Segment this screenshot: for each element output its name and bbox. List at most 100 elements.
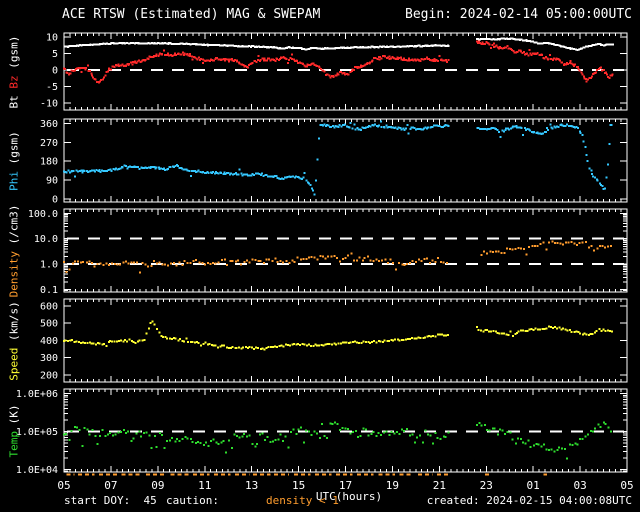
speed-data-point [181,340,184,343]
bt-bz-data-point [166,52,169,55]
density-data-point [500,252,503,255]
speed-data-point [553,325,556,328]
speed-data-point [362,340,365,343]
phi-data-point [137,166,140,169]
bt-bz-data-point [445,58,448,61]
y-axis-label-part: Bt [7,94,21,108]
bt-bz-data-point [527,54,530,57]
density-data-point [533,245,536,248]
bt-bz-data-point [90,72,93,75]
speed-data-point [441,333,444,336]
density-data-point [214,262,217,265]
bt-bz-data-point [69,72,72,75]
phi-data-point [74,175,77,178]
temp-data-point [281,439,284,442]
temp-data-point [83,426,86,429]
density-data-point [426,257,429,260]
bt-bz-data-point [311,47,314,50]
speed-data-point [98,342,101,345]
temp-data-point [170,436,173,439]
density-axis-label: Density (/cm3) [8,204,21,297]
speed-data-point [259,348,262,351]
bt-bz-data-point [585,78,588,81]
density-data-point [293,260,296,263]
density-data-point [203,263,206,266]
density-data-point [158,261,161,264]
bt-bz-data-point [208,60,211,63]
bt-bz-data-point [131,61,134,64]
x-tick-label: 15 [292,479,305,492]
speed-data-point [606,329,609,332]
bt-bz-data-point [400,56,403,59]
speed-data-point [354,340,357,343]
phi-data-point [155,166,158,169]
bt-bz-data-point [262,59,265,62]
speed-data-point [528,328,531,331]
bt-bz-data-point [547,58,550,61]
density-data-point [610,245,613,248]
bt-bz-data-point [257,55,260,58]
temp-data-point [403,429,406,432]
phi-data-point [584,145,587,148]
temp-data-point [356,436,359,439]
temp-data-point [334,421,337,424]
phi-data-point [325,124,328,127]
bt-bz-data-point [523,50,526,53]
speed-data-point [345,341,348,344]
temp-data-point [519,438,522,441]
bt-bz-data-point [374,56,377,59]
speed-data-point [81,341,84,344]
phi-data-point [586,160,589,163]
phi-data-point [372,124,375,127]
density-data-point [338,260,341,263]
bt-bz-data-point [90,74,93,77]
bt-bz-data-point [251,62,254,65]
bt-bz-data-point [130,61,133,64]
x-tick-label: 05 [620,479,633,492]
speed-data-point [250,346,253,349]
phi-data-point [380,125,383,128]
speed-data-point [225,346,228,349]
temp-data-point [88,433,91,436]
phi-data-point [608,143,611,146]
temp-data-point [94,434,97,437]
speed-data-point [347,341,350,344]
bt-bz-data-point [441,44,444,47]
temp-data-point [535,443,538,446]
speed-data-point [204,341,207,344]
temp-data-point [310,434,313,437]
density-data-point [122,261,125,264]
bt-bz-data-point [259,58,262,61]
temp-data-point [432,442,435,445]
speed-data-point [519,329,522,332]
bt-bz-data-point [353,46,356,49]
bt-bz-data-point [394,57,397,60]
temp-data-point [578,438,581,441]
bt-bz-data-point [290,53,293,56]
speed-data-point [372,339,375,342]
phi-data-point [547,128,550,131]
phi-data-point [183,168,186,171]
bt-bz-data-point [305,48,308,51]
density-data-point [324,257,327,260]
density-data-point [593,249,596,252]
density-data-point [288,261,291,264]
temp-data-point [302,441,305,444]
density-data-point [352,259,355,262]
bt-bz-data-point [294,47,297,50]
speed-data-point [568,328,571,331]
temp-data-point [511,438,514,441]
speed-data-point [212,344,215,347]
bt-bz-data-point [489,46,492,49]
bt-bz-data-point [406,59,409,62]
bt-bz-data-point [104,74,107,77]
density-data-point [573,242,576,245]
speed-data-point [172,337,175,340]
speed-data-point [147,327,150,330]
speed-data-point [328,342,331,345]
temp-data-point [581,437,584,440]
phi-data-point [211,171,214,174]
temp-data-point [212,438,215,441]
temp-data-point [307,430,310,433]
density-data-point [271,260,274,263]
